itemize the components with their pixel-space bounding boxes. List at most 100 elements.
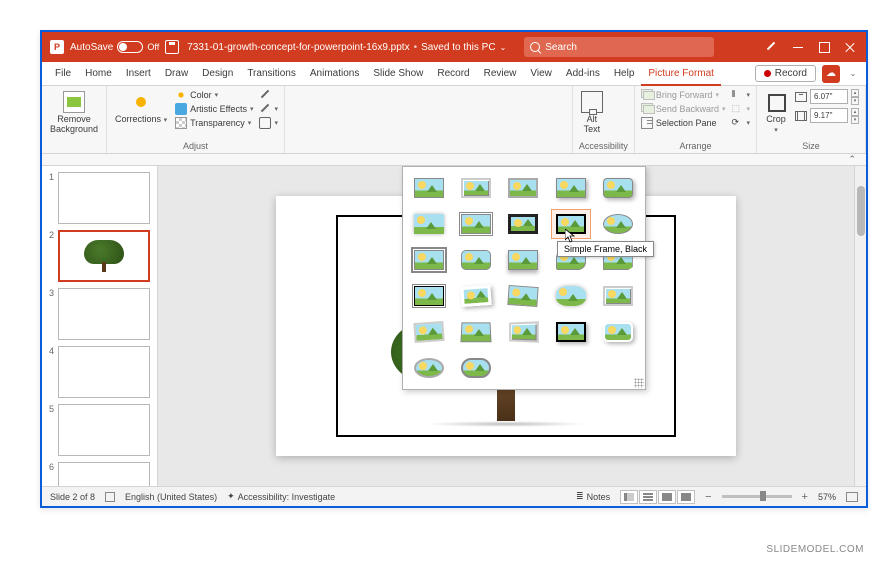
width-spinner[interactable]: ▴▾ <box>851 108 859 123</box>
share-button[interactable]: ☁ <box>822 65 840 83</box>
slideshow-view-button[interactable] <box>677 490 695 504</box>
slide-thumbnail-3[interactable] <box>58 288 150 340</box>
fit-to-window-button[interactable] <box>846 492 858 502</box>
slide-counter[interactable]: Slide 2 of 8 <box>50 492 95 502</box>
compress-icon <box>259 89 271 101</box>
sorter-view-button[interactable] <box>639 490 657 504</box>
style-soft-edge-oval[interactable] <box>551 281 591 311</box>
reset-picture-button[interactable]: ▾ <box>259 117 278 129</box>
zoom-out-button[interactable]: − <box>705 491 711 503</box>
vertical-scrollbar[interactable] <box>854 166 866 486</box>
rotate-button[interactable]: ⟳▾ <box>731 117 750 129</box>
accessibility-status[interactable]: ✦ Accessibility: Investigate <box>227 491 335 502</box>
tab-add-ins[interactable]: Add-ins <box>559 62 607 85</box>
tab-record[interactable]: Record <box>430 62 476 85</box>
color-button[interactable]: Color▾ <box>175 89 253 101</box>
slide-thumbnail-6[interactable] <box>58 462 150 486</box>
style-drop-shadow[interactable] <box>551 173 591 203</box>
style-thick-matte[interactable] <box>503 209 543 239</box>
slide-thumbnail-5[interactable] <box>58 404 150 456</box>
style-rotated-white[interactable] <box>455 280 497 313</box>
style-bevel-perspective[interactable] <box>408 316 450 349</box>
autosave-toggle[interactable]: AutoSave Off <box>70 41 159 53</box>
tab-transitions[interactable]: Transitions <box>240 62 303 85</box>
tab-design[interactable]: Design <box>195 62 240 85</box>
style-soft-edge[interactable] <box>409 209 449 239</box>
save-state[interactable]: Saved to this PC <box>421 42 495 53</box>
corrections-button[interactable]: Corrections ▾ <box>113 89 169 127</box>
window-minimize-button[interactable] <box>792 41 804 53</box>
height-input[interactable]: 6.07" <box>810 89 848 104</box>
style-simple-frame-white[interactable] <box>409 173 449 203</box>
style-beveled-oval[interactable] <box>598 209 638 239</box>
style-bevel-perspective-left[interactable] <box>503 317 543 347</box>
tab-review[interactable]: Review <box>477 62 524 85</box>
width-input[interactable]: 9.17" <box>810 108 848 123</box>
tab-insert[interactable]: Insert <box>119 62 158 85</box>
zoom-level[interactable]: 57% <box>818 492 836 502</box>
tab-animations[interactable]: Animations <box>303 62 366 85</box>
style-compound-frame[interactable] <box>409 245 449 275</box>
style-reflected-bevel-black[interactable] <box>551 317 591 347</box>
chevron-down-icon[interactable]: ⌄ <box>500 43 507 52</box>
align-button[interactable]: ⦀▾ <box>731 89 750 101</box>
remove-background-button[interactable]: Remove Background <box>48 89 100 137</box>
style-metal-oval[interactable] <box>409 353 449 383</box>
gallery-resize-grip[interactable] <box>634 378 644 388</box>
style-metal-frame[interactable] <box>503 173 543 203</box>
send-backward-button[interactable]: Send Backward▾ <box>641 103 726 115</box>
window-close-button[interactable] <box>844 41 856 53</box>
watermark: SLIDEMODEL.COM <box>766 544 864 555</box>
tab-help[interactable]: Help <box>607 62 642 85</box>
spellcheck-button[interactable] <box>105 492 115 502</box>
artistic-effects-button[interactable]: Artistic Effects▾ <box>175 103 253 115</box>
transparency-button[interactable]: Transparency▾ <box>175 117 253 129</box>
style-reflected-rounded[interactable] <box>598 173 638 203</box>
compress-pictures-button[interactable] <box>259 89 278 101</box>
record-button[interactable]: Record <box>755 65 816 82</box>
save-icon[interactable] <box>165 40 179 54</box>
slide-thumbnail-2[interactable] <box>58 230 150 282</box>
tab-draw[interactable]: Draw <box>158 62 195 85</box>
ribbon-options-icon[interactable]: ⌄ <box>846 67 860 81</box>
slide-canvas[interactable]: Simple Frame, Black <box>158 166 854 486</box>
style-double-frame[interactable] <box>456 209 496 239</box>
group-button[interactable]: ⬚▾ <box>731 103 750 115</box>
slide-thumbnail-1[interactable] <box>58 172 150 224</box>
drawing-mode-icon[interactable] <box>764 40 778 54</box>
color-icon <box>175 89 187 101</box>
change-picture-button[interactable]: ▾ <box>259 103 278 115</box>
bring-forward-button[interactable]: Bring Forward▾ <box>641 89 726 101</box>
tab-view[interactable]: View <box>523 62 559 85</box>
tab-picture-format[interactable]: Picture Format <box>641 63 721 86</box>
style-reflected-perspective[interactable] <box>456 317 496 347</box>
style-center-shadow[interactable] <box>503 245 543 275</box>
collapse-ribbon-icon[interactable]: ⌃ <box>848 154 856 165</box>
normal-view-button[interactable] <box>620 490 638 504</box>
search-input[interactable]: Search <box>524 37 714 57</box>
slide-thumbnail-panel[interactable]: 1 2 3 4 5 6 <box>42 166 158 486</box>
crop-button[interactable]: Crop▾ <box>763 89 789 137</box>
selection-pane-button[interactable]: Selection Pane <box>641 117 726 129</box>
zoom-slider[interactable] <box>722 495 792 498</box>
tab-file[interactable]: File <box>48 62 78 85</box>
language-button[interactable]: English (United States) <box>125 492 217 502</box>
height-spinner[interactable]: ▴▾ <box>851 89 859 104</box>
style-reflected-bevel-white[interactable] <box>598 317 638 347</box>
style-bevel-rectangle[interactable] <box>598 281 638 311</box>
zoom-in-button[interactable]: + <box>802 491 808 503</box>
slide-thumbnail-4[interactable] <box>58 346 150 398</box>
tab-slide-show[interactable]: Slide Show <box>366 62 430 85</box>
picture-styles-gallery[interactable]: Simple Frame, Black <box>402 166 646 390</box>
alt-text-button[interactable]: Alt Text <box>579 89 605 137</box>
reading-view-button[interactable] <box>658 490 676 504</box>
style-metal-rounded[interactable] <box>456 353 496 383</box>
style-relaxed-perspective[interactable] <box>502 280 544 313</box>
scrollbar-thumb[interactable] <box>857 186 865 236</box>
style-beveled-matte[interactable] <box>456 173 496 203</box>
style-moderate-frame[interactable] <box>456 245 496 275</box>
style-moderate-frame-black[interactable] <box>409 281 449 311</box>
notes-button[interactable]: ≣ Notes <box>576 491 610 502</box>
window-maximize-button[interactable] <box>818 41 830 53</box>
tab-home[interactable]: Home <box>78 62 119 85</box>
